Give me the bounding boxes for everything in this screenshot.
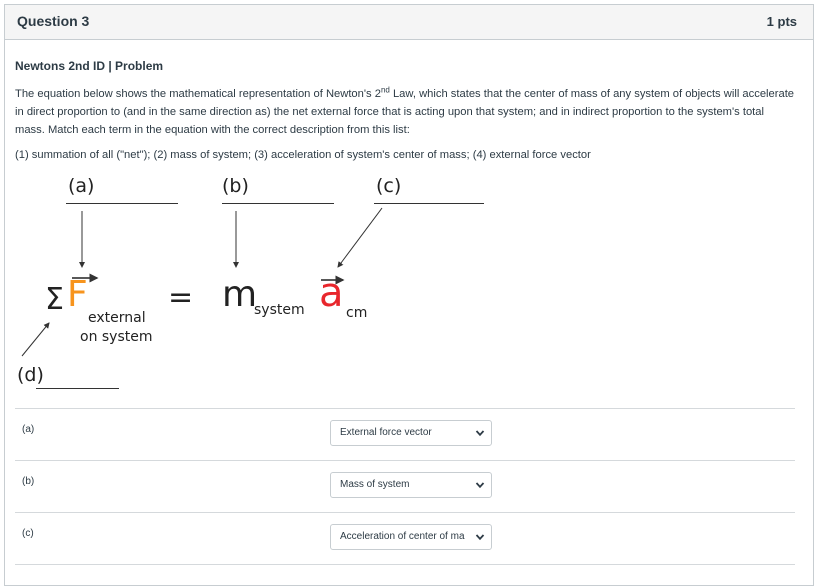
answer-row-label-b: (b) [22,476,35,487]
problem-title: Newtons 2nd ID | Problem [15,59,164,73]
answer-row-label-a: (a) [22,424,35,435]
divider [15,408,795,409]
equals-sign: = [168,280,194,315]
problem-text-part1: The equation below shows the mathematica… [15,88,381,100]
problem-text-superscript: nd [380,85,390,95]
mass-subscript: system [254,302,305,318]
sigma-symbol: Σ [45,282,64,317]
label-d: (d) [17,364,44,386]
answer-select-a-value: External force vector [340,427,432,438]
label-a: (a) [68,175,95,197]
answer-select-b-value: Mass of system [340,479,410,490]
chevron-down-icon [475,430,485,437]
blank-line-a [66,203,178,204]
blank-line-b [222,203,334,204]
chevron-down-icon [475,534,485,541]
label-c: (c) [376,175,402,197]
answer-row-label-c: (c) [22,528,34,539]
question-points: 1 pts [766,14,797,29]
answer-select-c-value: Acceleration of center of ma [340,531,465,542]
answer-select-a[interactable]: External force vector [330,420,492,446]
chevron-down-icon [475,482,485,489]
force-subscript-line1: external [88,310,146,326]
acceleration-subscript: cm [346,305,368,321]
terms-list: (1) summation of all ("net"); (2) mass o… [15,149,591,161]
blank-line-c [374,203,484,204]
acceleration-symbol: a [319,270,344,316]
label-b: (b) [222,175,249,197]
question-title: Question 3 [17,13,90,29]
problem-text: The equation below shows the mathematica… [15,85,795,139]
arrow-d [21,322,50,357]
blank-line-d [36,388,119,389]
divider [15,564,795,565]
force-subscript-line2: on system [80,329,153,345]
divider [15,460,795,461]
mass-symbol: m [222,274,258,315]
question-header: Question 3 1 pts [5,5,813,40]
divider [15,512,795,513]
arrow-c [337,207,383,268]
equation-diagram: (a) (b) (c) Σ F external on system = m s… [0,166,560,396]
answer-select-c[interactable]: Acceleration of center of ma [330,524,492,550]
force-symbol: F [67,274,88,315]
answer-select-b[interactable]: Mass of system [330,472,492,498]
